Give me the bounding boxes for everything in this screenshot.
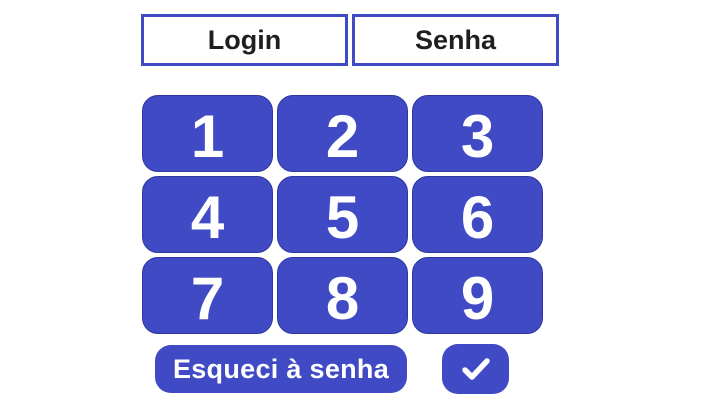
password-label: Senha (414, 24, 497, 55)
login-field[interactable]: Login (141, 14, 348, 66)
forgot-password-button[interactable]: Esqueci à senha (155, 345, 407, 393)
key-1-button[interactable]: 1 (142, 95, 273, 172)
key-9-button[interactable]: 9 (412, 257, 543, 334)
key-4-button[interactable]: 4 (142, 176, 273, 253)
check-icon (461, 357, 490, 381)
key-5-button[interactable]: 5 (277, 176, 408, 253)
login-label: Login (207, 24, 282, 55)
key-6-button[interactable]: 6 (412, 176, 543, 253)
key-7-button[interactable]: 7 (142, 257, 273, 334)
key-3-button[interactable]: 3 (412, 95, 543, 172)
key-8-button[interactable]: 8 (277, 257, 408, 334)
numeric-keypad: 1 2 3 4 5 6 7 8 9 (142, 95, 544, 334)
password-field[interactable]: Senha (352, 14, 559, 66)
key-2-button[interactable]: 2 (277, 95, 408, 172)
confirm-button[interactable] (442, 344, 509, 394)
